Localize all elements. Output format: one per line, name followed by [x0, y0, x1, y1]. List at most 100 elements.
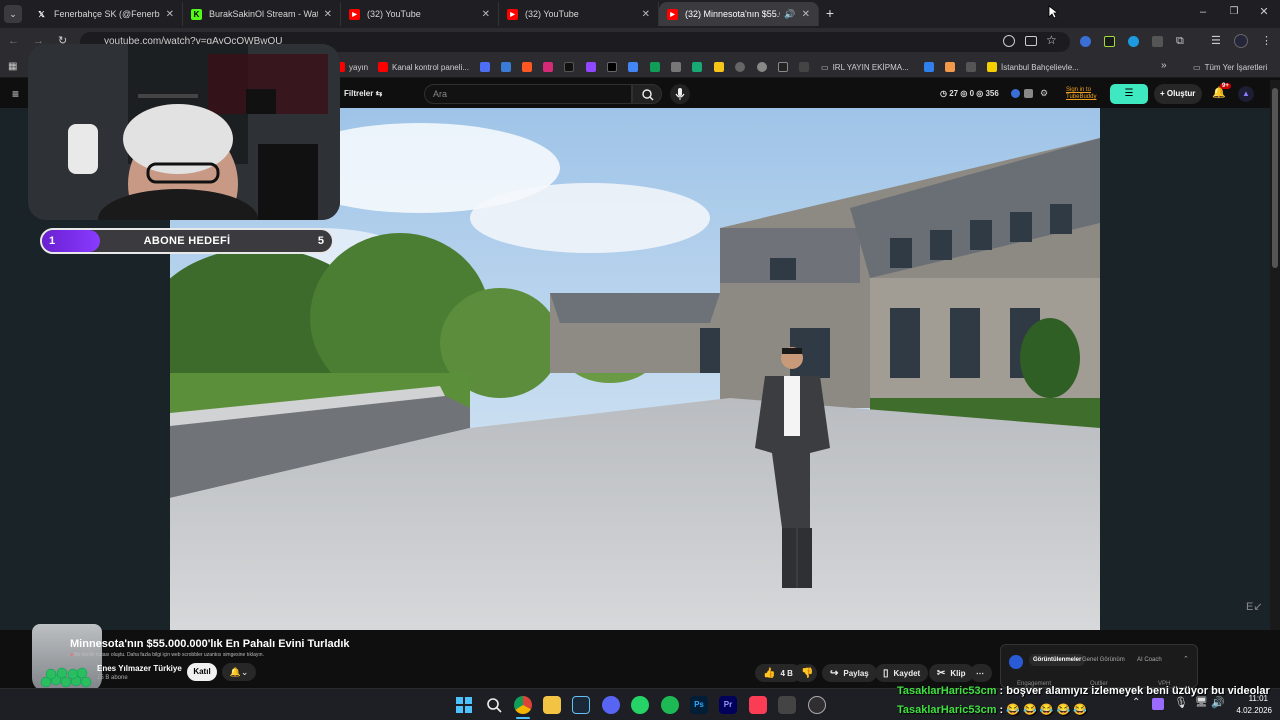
network-icon[interactable]: 🖥: [1195, 697, 1208, 708]
app-icon[interactable]: [778, 696, 796, 714]
close-icon[interactable]: ✕: [166, 9, 174, 20]
bookmark-icon[interactable]: [778, 62, 788, 72]
file-explorer-icon[interactable]: [543, 696, 561, 714]
obs-icon[interactable]: [808, 696, 826, 714]
tab-search-button[interactable]: ⌄: [4, 5, 22, 23]
avatar[interactable]: [1234, 34, 1248, 48]
new-tab-button[interactable]: +: [822, 5, 838, 21]
close-icon[interactable]: ✕: [324, 9, 332, 20]
instagram-icon[interactable]: [543, 62, 553, 72]
signin-line-1: Sign in to: [1066, 87, 1092, 93]
extension-icon[interactable]: [1104, 36, 1115, 47]
chevron-up-icon[interactable]: ⌃: [1183, 655, 1189, 663]
photoshop-icon[interactable]: Ps: [690, 696, 708, 714]
scrollbar-thumb[interactable]: [1272, 88, 1278, 268]
filters-button[interactable]: Filtreler ⇆: [344, 89, 382, 98]
more-actions-button[interactable]: ⋯: [970, 664, 992, 682]
search-icon[interactable]: [486, 697, 502, 713]
bookmark-icon[interactable]: [501, 62, 511, 72]
notification-bell-button[interactable]: 🔔⌄: [222, 663, 256, 681]
tray-chevron-up-icon[interactable]: ⌃: [1132, 697, 1140, 708]
tubebuddy-signin-link[interactable]: Sign in to TubeBuddy: [1066, 87, 1096, 101]
tab-youtube-2[interactable]: ▶ (32) YouTube ✕: [499, 2, 659, 26]
bookmark-icon[interactable]: [966, 62, 976, 72]
bookmark-kanal[interactable]: Kanal kontrol paneli...: [378, 60, 469, 74]
discord-icon[interactable]: [602, 696, 620, 714]
bookmark-icon[interactable]: [799, 62, 809, 72]
docs-icon[interactable]: [628, 62, 638, 72]
tab-youtube-1[interactable]: ▶ (32) YouTube ✕: [341, 2, 499, 26]
search-button[interactable]: [632, 84, 662, 104]
close-icon[interactable]: ✕: [482, 9, 490, 20]
stat-value: 356: [985, 89, 999, 98]
panel-tab-overview[interactable]: Genel Görünüm: [1082, 657, 1125, 663]
twitch-icon[interactable]: [586, 62, 596, 72]
bookmark-folder-irl[interactable]: ▭ IRL YAYIN EKİPMA...: [821, 60, 909, 74]
bookmark-icon[interactable]: [924, 62, 934, 72]
menu-kebab-icon[interactable]: ⋮: [1261, 34, 1272, 47]
more-bookmarks-icon[interactable]: »: [1161, 60, 1167, 71]
zoom-icon[interactable]: [1003, 35, 1015, 47]
minimize-button[interactable]: –: [1196, 6, 1210, 20]
extension-icon[interactable]: [1080, 36, 1091, 47]
save-button[interactable]: ▯ Kaydet: [875, 664, 929, 682]
bookmark-icon[interactable]: [735, 62, 745, 72]
bookmark-icon[interactable]: [757, 62, 767, 72]
extension-icon[interactable]: ⚙: [1040, 88, 1048, 99]
bookmark-icon[interactable]: [671, 62, 681, 72]
extension-icon[interactable]: [1128, 36, 1139, 47]
tab-kick-stream[interactable]: K BurakSakinOl Stream - Watch Li ✕: [183, 2, 341, 26]
bookmark-icon[interactable]: [714, 62, 724, 72]
close-icon[interactable]: ✕: [802, 9, 810, 20]
panel-tab-ai-coach[interactable]: AI Coach: [1137, 657, 1162, 663]
create-button[interactable]: + Oluştur: [1154, 84, 1202, 104]
panel-tab-views[interactable]: Görüntülenmeler: [1029, 654, 1086, 666]
spotify-icon[interactable]: [661, 696, 679, 714]
microphone-icon[interactable]: 🎙: [1174, 696, 1188, 709]
music-icon[interactable]: [749, 696, 767, 714]
all-bookmarks[interactable]: ▭ Tüm Yer İşaretleri: [1193, 60, 1267, 74]
channel-name[interactable]: Enes Yılmazer Türkiye: [97, 664, 182, 673]
premiere-icon[interactable]: Pr: [719, 696, 737, 714]
extension-icon[interactable]: [1152, 36, 1163, 47]
bookmark-icon[interactable]: [945, 62, 955, 72]
maximize-button[interactable]: ❐: [1227, 6, 1241, 20]
puzzle-icon[interactable]: ⧉: [1176, 35, 1184, 48]
speaker-icon[interactable]: 🔊: [784, 9, 795, 20]
tab-fenerbahce[interactable]: 𝕏 Fenerbahçe SK (@Fenerbahce) ✕: [28, 2, 183, 26]
bookmark-istanbul[interactable]: İstanbul Bahçelievle...: [987, 60, 1079, 74]
windows-start-icon[interactable]: [456, 697, 472, 713]
extension-icon[interactable]: [1024, 89, 1033, 98]
sheets-icon[interactable]: [650, 62, 660, 72]
clip-button[interactable]: ✂ Klip: [929, 664, 974, 682]
apps-grid-icon[interactable]: ▦: [8, 61, 17, 72]
tab-youtube-active[interactable]: ▶ (32) Minnesota'nın $55.000 🔊 ✕: [659, 2, 819, 26]
join-button[interactable]: Katıl: [187, 663, 217, 681]
whatsapp-icon[interactable]: [631, 696, 649, 714]
bookmark-icon[interactable]: [480, 62, 490, 72]
cast-icon[interactable]: [1025, 36, 1037, 46]
hamburger-menu-icon[interactable]: ≡: [12, 87, 19, 101]
share-button[interactable]: ↪ Paylaş: [822, 664, 877, 682]
chrome-icon[interactable]: [514, 696, 532, 714]
window-close-button[interactable]: ✕: [1257, 5, 1271, 19]
search-input[interactable]: Ara: [424, 84, 632, 104]
bookmark-star-icon[interactable]: ☆: [1046, 33, 1057, 47]
close-icon[interactable]: ✕: [642, 9, 650, 20]
volume-icon[interactable]: 🔊: [1211, 696, 1225, 709]
steam-icon[interactable]: [572, 696, 590, 714]
tubebuddy-panel: Görüntülenmeler Genel Görünüm AI Coach ⌃…: [1000, 644, 1198, 688]
back-icon[interactable]: ←: [8, 35, 19, 47]
tiktok-icon[interactable]: [564, 62, 574, 72]
tab-list-icon[interactable]: ☰: [1211, 34, 1221, 47]
x-logo-icon[interactable]: [607, 62, 617, 72]
dislike-button[interactable]: 👎: [793, 664, 817, 682]
microphone-button[interactable]: [670, 84, 690, 104]
bookmark-icon[interactable]: [692, 62, 702, 72]
tray-icon[interactable]: [1152, 698, 1164, 710]
bookmark-icon[interactable]: [522, 62, 532, 72]
extension-icon[interactable]: [1011, 89, 1020, 98]
extension-menu-button[interactable]: ☰: [1110, 84, 1148, 104]
avatar[interactable]: ▲: [1238, 86, 1254, 102]
clock-date[interactable]: 4.02.2026: [1226, 706, 1272, 715]
